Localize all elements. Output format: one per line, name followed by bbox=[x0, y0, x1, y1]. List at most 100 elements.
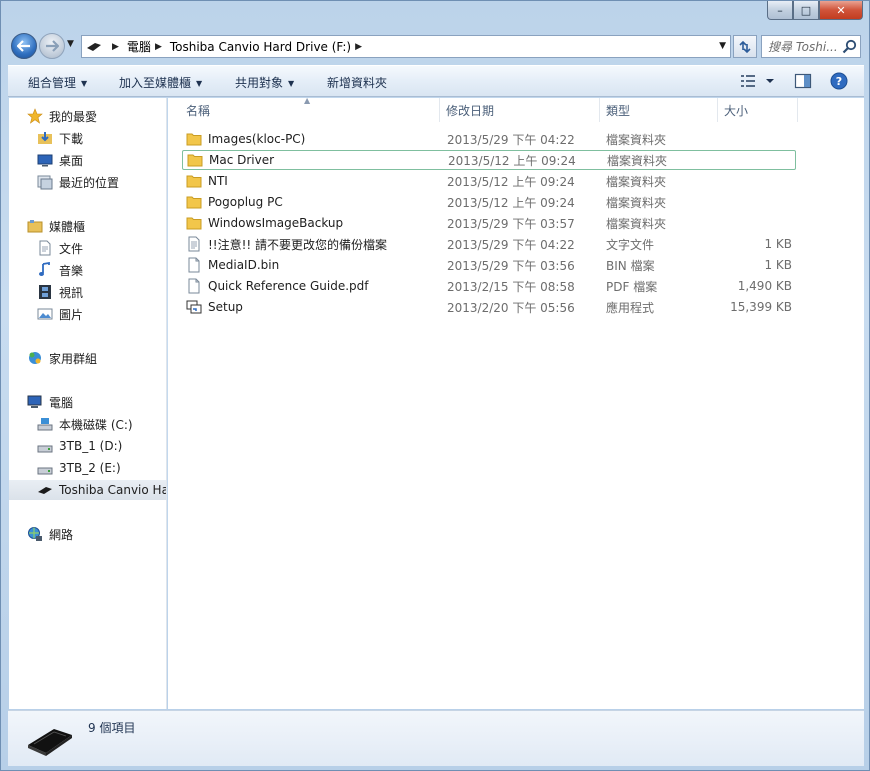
file-size: 1 KB bbox=[764, 237, 792, 251]
sidebar-item-drive-c[interactable]: 本機磁碟 (C:) bbox=[37, 414, 166, 434]
file-row-backup-notice[interactable]: !!注意!! 請不要更改您的備份檔案 2013/5/29 下午 04:22 文字… bbox=[182, 234, 796, 254]
organize-menu[interactable]: 組合管理 ▼ bbox=[28, 74, 87, 91]
search-box[interactable] bbox=[761, 35, 861, 58]
file-type: 檔案資料夾 bbox=[606, 174, 667, 189]
refresh-button[interactable] bbox=[733, 35, 757, 58]
file-row-mediaid-bin[interactable]: MediaID.bin 2013/5/29 下午 03:56 BIN 檔案 1 … bbox=[182, 255, 796, 275]
sidebar-label: 文件 bbox=[59, 241, 84, 256]
minimize-button[interactable]: – bbox=[767, 1, 793, 20]
sidebar-item-music[interactable]: 音樂 bbox=[37, 260, 166, 280]
sidebar-item-computer[interactable]: 電腦 bbox=[27, 392, 166, 412]
sidebar-item-network[interactable]: 網路 bbox=[27, 524, 166, 544]
maximize-button[interactable]: □ bbox=[793, 1, 819, 20]
address-history-dropdown-icon[interactable]: ▼ bbox=[719, 41, 726, 51]
refresh-icon bbox=[739, 40, 751, 53]
close-button[interactable]: ✕ bbox=[819, 1, 863, 20]
file-date: 2013/5/29 下午 04:22 bbox=[447, 132, 575, 147]
sidebar-item-desktop[interactable]: 桌面 bbox=[37, 150, 166, 170]
file-date: 2013/5/29 下午 03:57 bbox=[447, 216, 575, 231]
system-drive-icon bbox=[37, 418, 53, 431]
preview-pane-button[interactable] bbox=[794, 72, 812, 93]
file-row-setup[interactable]: Setup 2013/2/20 下午 05:56 應用程式 15,399 KB bbox=[182, 297, 796, 317]
sidebar-item-pictures[interactable]: 圖片 bbox=[37, 304, 166, 324]
sidebar-item-libraries[interactable]: 媒體櫃 bbox=[27, 216, 166, 236]
folder-icon bbox=[186, 196, 202, 209]
breadcrumb-separator-icon[interactable]: ▶ bbox=[112, 42, 119, 52]
file-name: MediaID.bin bbox=[208, 258, 280, 272]
file-type: 檔案資料夾 bbox=[606, 216, 667, 231]
file-type: PDF 檔案 bbox=[606, 279, 658, 294]
file-size: 1 KB bbox=[764, 258, 792, 272]
breadcrumb-computer[interactable]: 電腦 bbox=[127, 38, 151, 55]
search-icon[interactable] bbox=[842, 39, 857, 54]
explorer-window: – □ ✕ ▼ ▶ 電腦 ▶ Toshiba Canvio Hard Drive… bbox=[0, 0, 870, 771]
include-in-library-menu[interactable]: 加入至媒體櫃 ▼ bbox=[119, 74, 202, 91]
file-size: 1,490 KB bbox=[737, 279, 792, 293]
hard-drive-icon bbox=[37, 467, 53, 475]
forward-button[interactable] bbox=[39, 33, 65, 59]
chevron-down-icon: ▼ bbox=[288, 79, 295, 88]
column-header-size[interactable]: 大小 bbox=[718, 98, 798, 122]
sidebar-item-favorites[interactable]: 我的最愛 bbox=[27, 106, 166, 126]
file-date: 2013/5/12 上午 09:24 bbox=[447, 195, 575, 210]
details-view-icon bbox=[741, 75, 774, 87]
film-icon bbox=[39, 285, 51, 299]
desktop-icon bbox=[37, 154, 53, 167]
chevron-down-icon: ▼ bbox=[81, 79, 88, 88]
search-input[interactable] bbox=[768, 39, 846, 54]
breadcrumb-drive-f[interactable]: Toshiba Canvio Hard Drive (F:) bbox=[170, 40, 351, 54]
folder-icon bbox=[186, 133, 202, 146]
help-button[interactable]: ? bbox=[830, 72, 848, 93]
drive-icon bbox=[87, 42, 101, 51]
file-type: 檔案資料夾 bbox=[607, 153, 668, 168]
music-note-icon bbox=[39, 262, 50, 276]
file-row-windows-image-backup[interactable]: WindowsImageBackup 2013/5/29 下午 03:57 檔案… bbox=[182, 213, 796, 233]
navigation-bar: ▼ ▶ 電腦 ▶ Toshiba Canvio Hard Drive (F:) … bbox=[7, 31, 865, 63]
column-header-date-modified[interactable]: 修改日期 bbox=[440, 98, 600, 122]
sidebar-item-videos[interactable]: 視訊 bbox=[37, 282, 166, 302]
new-folder-button[interactable]: 新增資料夾 bbox=[327, 74, 387, 91]
sidebar-label: 視訊 bbox=[59, 285, 84, 300]
network-icon bbox=[28, 527, 42, 541]
file-date: 2013/5/29 下午 03:56 bbox=[447, 258, 575, 273]
file-name: !!注意!! 請不要更改您的備份檔案 bbox=[208, 237, 388, 252]
sidebar-label: 電腦 bbox=[49, 395, 74, 410]
file-icon bbox=[188, 257, 200, 273]
item-count: 9 個項目 bbox=[88, 721, 136, 735]
file-row-quick-reference-guide[interactable]: Quick Reference Guide.pdf 2013/2/15 下午 0… bbox=[182, 276, 796, 296]
sidebar-item-documents[interactable]: 文件 bbox=[37, 238, 166, 258]
recent-pages-dropdown[interactable]: ▼ bbox=[67, 39, 74, 49]
homegroup-icon bbox=[29, 352, 41, 364]
sidebar-item-drive-d[interactable]: 3TB_1 (D:) bbox=[37, 436, 166, 456]
window-controls: – □ ✕ bbox=[767, 1, 863, 21]
breadcrumb-separator-icon[interactable]: ▶ bbox=[155, 42, 162, 52]
sidebar-item-drive-e[interactable]: 3TB_2 (E:) bbox=[37, 458, 166, 478]
sidebar-item-recent-places[interactable]: 最近的位置 bbox=[37, 172, 166, 192]
address-bar[interactable]: ▶ 電腦 ▶ Toshiba Canvio Hard Drive (F:) ▶ … bbox=[81, 35, 731, 58]
column-header-type[interactable]: 類型 bbox=[600, 98, 718, 122]
breadcrumb-separator-icon[interactable]: ▶ bbox=[355, 42, 362, 52]
file-row-pogoplug-pc[interactable]: Pogoplug PC 2013/5/12 上午 09:24 檔案資料夾 bbox=[182, 192, 796, 212]
folder-icon bbox=[186, 175, 202, 188]
preview-pane-icon bbox=[794, 73, 812, 89]
sidebar-label: 桌面 bbox=[59, 153, 84, 168]
change-view-button[interactable] bbox=[740, 72, 776, 93]
column-header-name[interactable]: 名稱 bbox=[180, 98, 440, 122]
file-type: 檔案資料夾 bbox=[606, 132, 667, 147]
file-row-images[interactable]: Images(kloc-PC) 2013/5/29 下午 04:22 檔案資料夾 bbox=[182, 129, 796, 149]
sidebar-label: 媒體櫃 bbox=[49, 219, 86, 234]
share-with-menu[interactable]: 共用對象 ▼ bbox=[235, 74, 294, 91]
sidebar-item-drive-f[interactable]: Toshiba Canvio Hard Drive (F:) bbox=[9, 480, 166, 500]
sidebar-label: 音樂 bbox=[59, 263, 84, 278]
chevron-down-icon: ▼ bbox=[196, 79, 203, 88]
sidebar-item-downloads[interactable]: 下載 bbox=[37, 128, 166, 148]
sidebar-item-homegroup[interactable]: 家用群組 bbox=[27, 348, 166, 368]
back-button[interactable] bbox=[11, 33, 37, 59]
file-icon bbox=[188, 278, 200, 294]
file-name: WindowsImageBackup bbox=[208, 216, 344, 230]
star-icon bbox=[27, 108, 43, 124]
file-row-nti[interactable]: NTI 2013/5/12 上午 09:24 檔案資料夾 bbox=[182, 171, 796, 191]
file-row-mac-driver[interactable]: Mac Driver 2013/5/12 上午 09:24 檔案資料夾 bbox=[182, 150, 796, 170]
file-type: 應用程式 bbox=[606, 300, 655, 315]
file-size: 15,399 KB bbox=[730, 300, 792, 314]
